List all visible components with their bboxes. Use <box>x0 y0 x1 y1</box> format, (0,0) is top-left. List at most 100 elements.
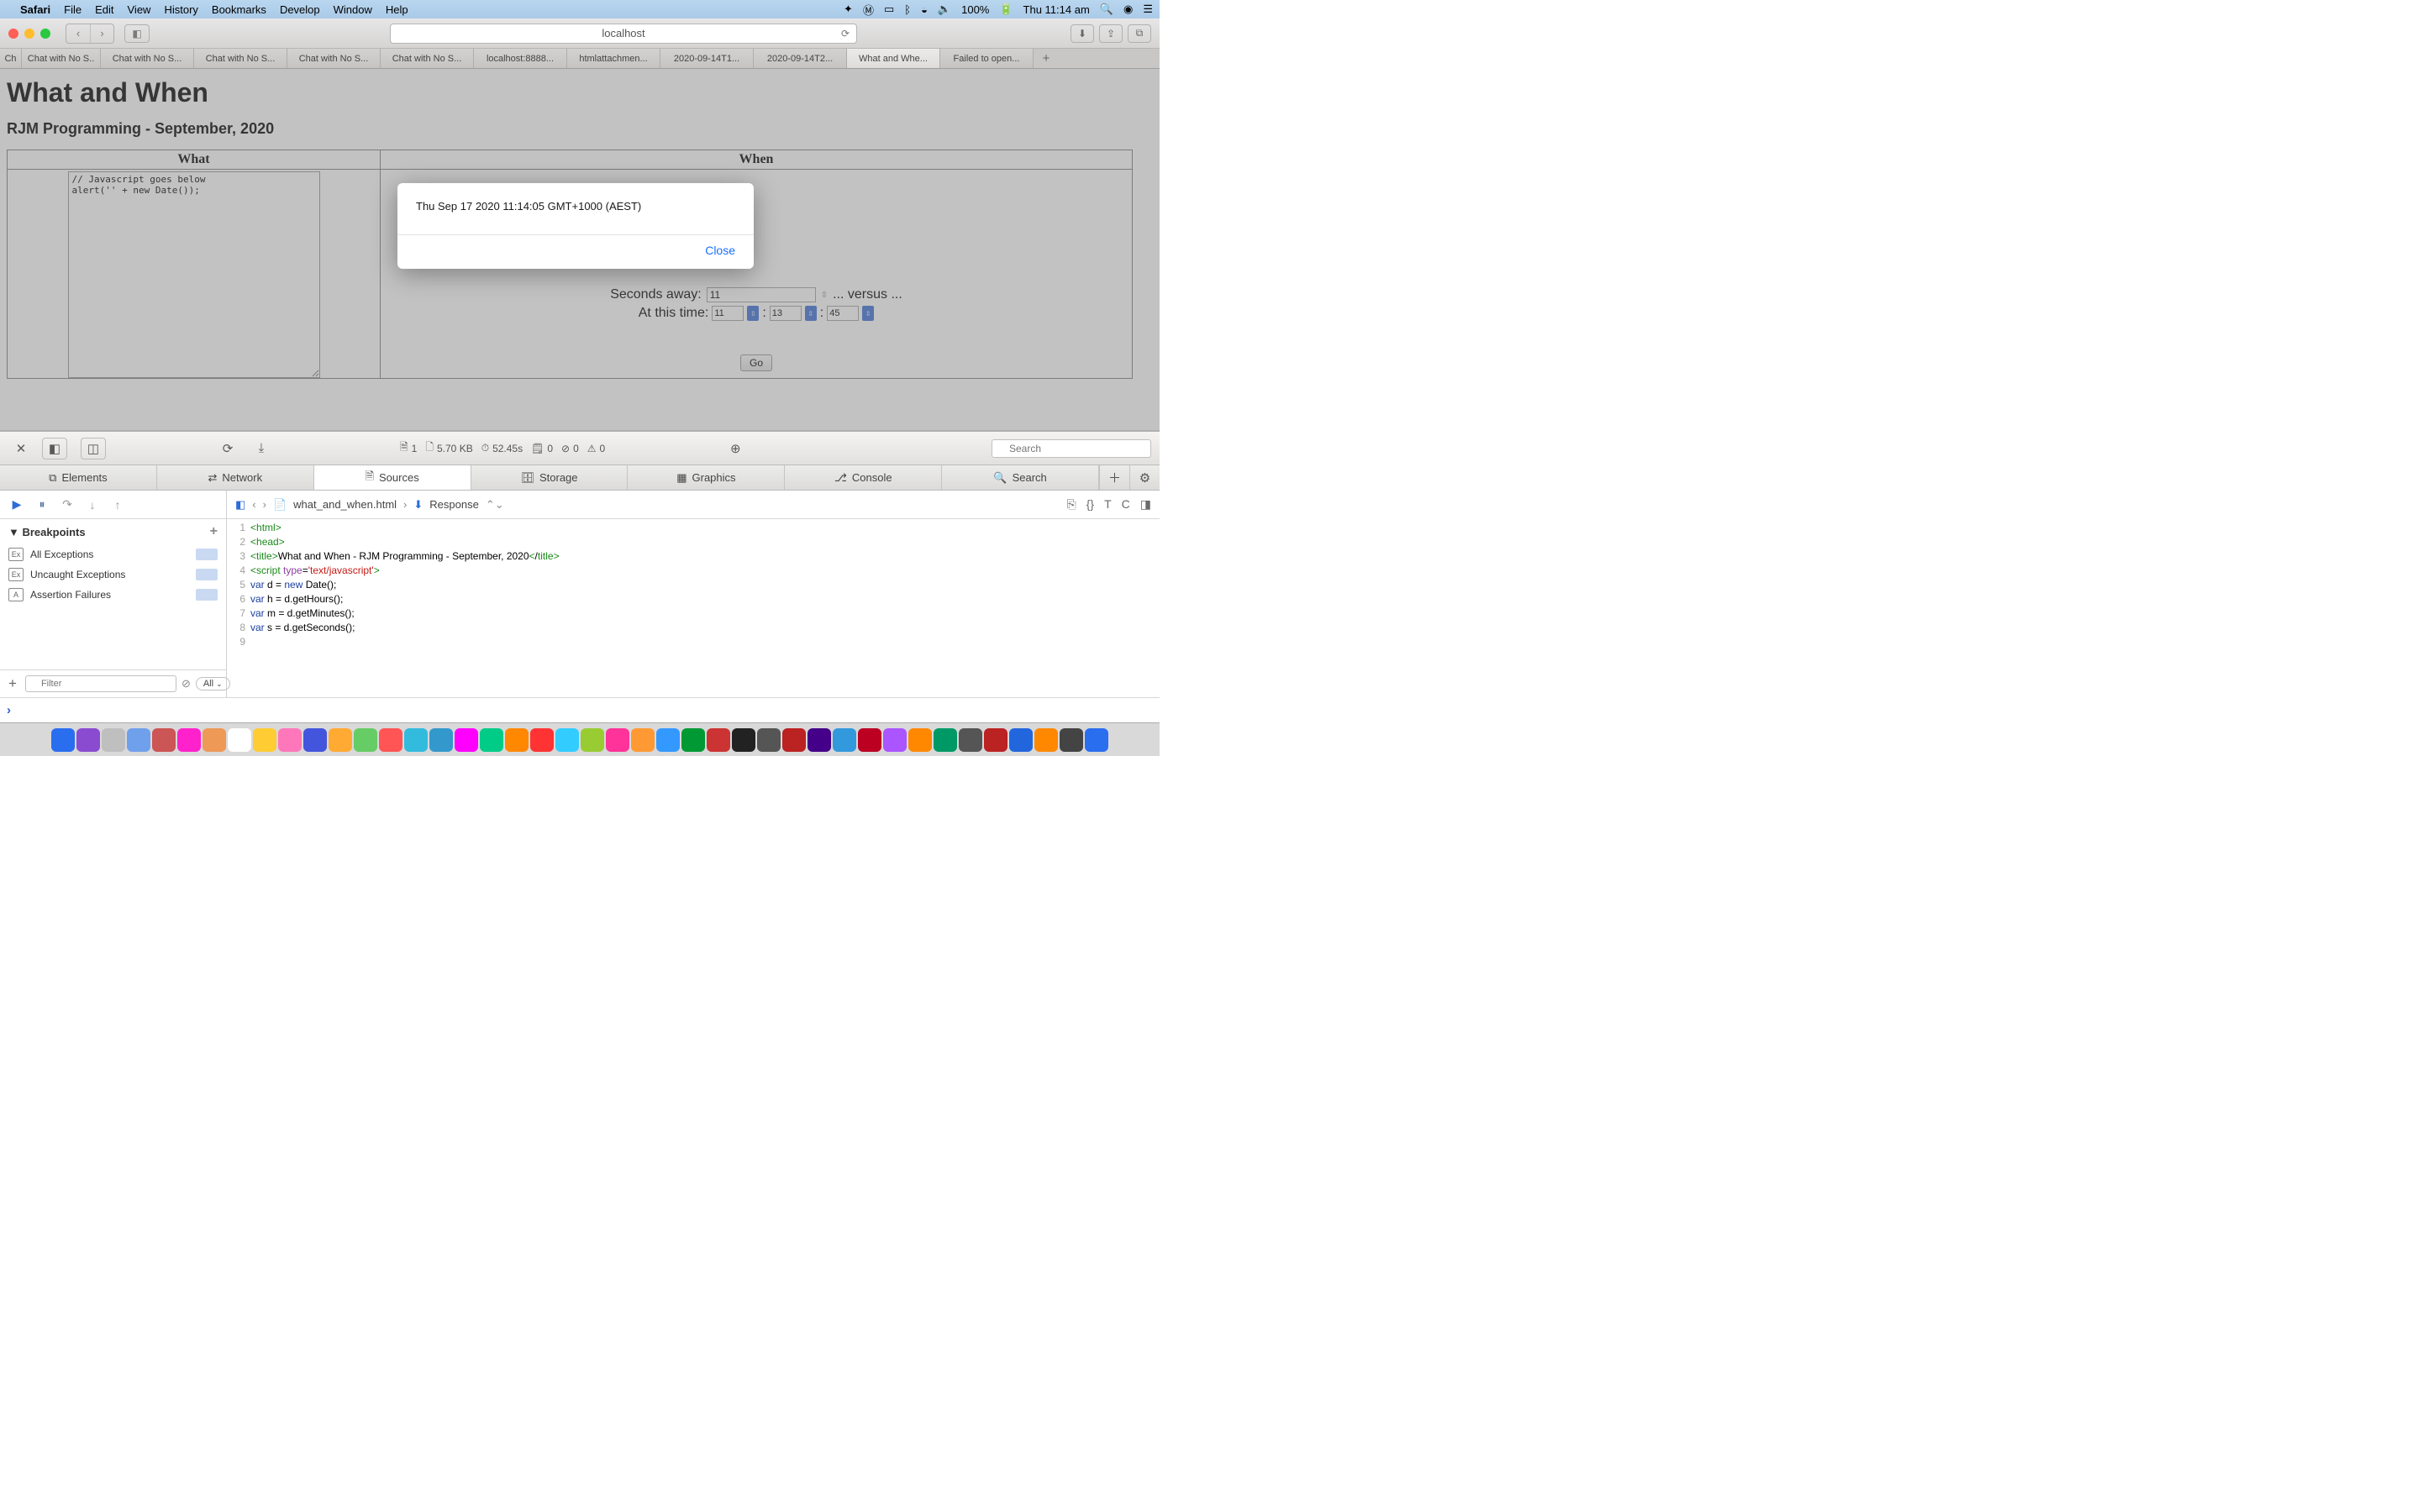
wifi-icon[interactable]: ◒ <box>921 3 928 16</box>
dock-app-icon[interactable] <box>1009 728 1033 752</box>
bp-toggle[interactable] <box>196 589 218 601</box>
dock-app-icon[interactable] <box>253 728 276 752</box>
inspector-tab-elements[interactable]: ⧉Elements <box>0 465 157 490</box>
minimize-window-button[interactable] <box>24 29 34 39</box>
issues-icon[interactable]: ⊘ <box>182 677 191 690</box>
dock-app-icon[interactable] <box>858 728 881 752</box>
inspector-search[interactable] <box>992 439 1151 458</box>
app-menu[interactable]: Safari <box>20 3 50 16</box>
coverage-button[interactable]: C <box>1122 497 1130 512</box>
dock-app-icon[interactable] <box>127 728 150 752</box>
dock-app-icon[interactable] <box>656 728 680 752</box>
dock-app-icon[interactable] <box>404 728 428 752</box>
bluetooth-icon[interactable]: ᛒ <box>904 3 911 16</box>
dock-app-icon[interactable] <box>152 728 176 752</box>
dock-app-icon[interactable] <box>732 728 755 752</box>
dock-app-icon[interactable] <box>329 728 352 752</box>
inspector-tab-storage[interactable]: 🗄Storage <box>471 465 629 490</box>
menu-window[interactable]: Window <box>334 3 372 16</box>
inspector-tab-console[interactable]: ⎇Console <box>785 465 942 490</box>
nav-back-button[interactable]: ‹ <box>252 498 255 511</box>
nav-forward-button[interactable]: › <box>263 498 266 511</box>
siri-icon[interactable]: ◉ <box>1123 3 1133 16</box>
status-icon[interactable]: Ⓜ <box>863 2 874 18</box>
close-window-button[interactable] <box>8 29 18 39</box>
breadcrumb-mode[interactable]: Response <box>429 498 479 511</box>
dock-app-icon[interactable] <box>480 728 503 752</box>
step-over-button[interactable]: ↷ <box>59 497 76 512</box>
dock-app-icon[interactable] <box>1034 728 1058 752</box>
menu-extras-icon[interactable]: ☰ <box>1143 3 1153 16</box>
console-prompt[interactable]: › <box>0 697 1160 722</box>
dock-app-icon[interactable] <box>631 728 655 752</box>
inspector-tab-sources[interactable]: 🗎Sources <box>314 465 471 490</box>
bp-all-exceptions[interactable]: ExAll Exceptions <box>0 544 226 564</box>
pause-button[interactable]: ⏸ <box>34 497 50 512</box>
toggle-navigator-button[interactable]: ◧ <box>235 498 245 512</box>
download-archive-button[interactable]: ⤓ <box>249 438 274 459</box>
type-info-button[interactable]: T <box>1104 497 1112 512</box>
inspector-tab-search[interactable]: 🔍Search <box>942 465 1099 490</box>
element-picker-button[interactable]: ⊕ <box>723 438 748 459</box>
menu-develop[interactable]: Develop <box>280 3 320 16</box>
bp-uncaught-exceptions[interactable]: ExUncaught Exceptions <box>0 564 226 585</box>
clock[interactable]: Thu 11:14 am <box>1023 3 1090 16</box>
dock-app-icon[interactable] <box>555 728 579 752</box>
dock-app-icon[interactable] <box>177 728 201 752</box>
address-bar[interactable]: localhost ⟳ <box>390 24 857 44</box>
browser-tab[interactable]: Chat with No S... <box>287 49 381 68</box>
dock-app-icon[interactable] <box>203 728 226 752</box>
menu-view[interactable]: View <box>128 3 151 16</box>
dock-app-icon[interactable] <box>303 728 327 752</box>
sidebar-toggle-button[interactable]: ◧ <box>124 24 150 43</box>
browser-tab[interactable]: Ch <box>0 49 22 68</box>
dock-app-icon[interactable] <box>782 728 806 752</box>
browser-tab[interactable]: Chat with No S.. <box>22 49 101 68</box>
dock-app-icon[interactable] <box>883 728 907 752</box>
browser-tab[interactable]: 2020-09-14T2... <box>754 49 847 68</box>
browser-tab[interactable]: localhost:8888... <box>474 49 567 68</box>
step-out-button[interactable]: ↑ <box>109 498 126 512</box>
add-breakpoint-button[interactable]: + <box>210 524 218 539</box>
close-inspector-button[interactable]: ✕ <box>8 438 34 459</box>
spotlight-icon[interactable]: 🔍 <box>1100 3 1113 16</box>
dock-app-icon[interactable] <box>354 728 377 752</box>
browser-tab[interactable]: 2020-09-14T1... <box>660 49 754 68</box>
menu-file[interactable]: File <box>64 3 82 16</box>
inspector-settings-button[interactable]: ⚙ <box>1129 465 1160 490</box>
browser-tab[interactable]: htmlattachmen... <box>567 49 660 68</box>
dock-app-icon[interactable] <box>984 728 1007 752</box>
browser-tab[interactable]: Chat with No S... <box>381 49 474 68</box>
dock-app-icon[interactable] <box>808 728 831 752</box>
bp-toggle[interactable] <box>196 549 218 560</box>
browser-tab[interactable]: Failed to open... <box>940 49 1034 68</box>
share-button[interactable]: ⇪ <box>1099 24 1123 43</box>
back-button[interactable]: ‹ <box>66 24 90 43</box>
inspector-tab-graphics[interactable]: ▦Graphics <box>628 465 785 490</box>
dock-app-icon[interactable] <box>455 728 478 752</box>
browser-tab[interactable]: What and Whe... <box>847 49 940 68</box>
dock-app-icon[interactable] <box>707 728 730 752</box>
dock-app-icon[interactable] <box>278 728 302 752</box>
dock-app-icon[interactable] <box>833 728 856 752</box>
dock-app-icon[interactable] <box>757 728 781 752</box>
display-icon[interactable]: ▭ <box>884 3 894 16</box>
inspector-add-tab-button[interactable]: ＋ <box>1099 465 1129 490</box>
downloads-button[interactable]: ⬇ <box>1071 24 1094 43</box>
source-code-view[interactable]: 123456789 <html><head><title>What and Wh… <box>227 519 1160 697</box>
inspector-tab-network[interactable]: ⇄Network <box>157 465 314 490</box>
breakpoints-header[interactable]: ▼ Breakpoints + <box>0 519 226 544</box>
toggle-details-button[interactable]: ◨ <box>1140 497 1151 512</box>
tabs-overview-button[interactable]: ⧉ <box>1128 24 1151 43</box>
dock-app-icon[interactable] <box>505 728 529 752</box>
pretty-print-button[interactable]: {} <box>1086 497 1094 512</box>
menu-edit[interactable]: Edit <box>95 3 113 16</box>
dock-app-icon[interactable] <box>959 728 982 752</box>
dock-app-icon[interactable] <box>934 728 957 752</box>
dock-side-button[interactable]: ◧ <box>42 438 67 459</box>
browser-tab[interactable]: Chat with No S... <box>101 49 194 68</box>
bp-toggle[interactable] <box>196 569 218 580</box>
dock-app-icon[interactable] <box>908 728 932 752</box>
filter-input[interactable] <box>25 675 176 692</box>
breadcrumb-dropdown[interactable]: ⌃⌄ <box>486 498 504 512</box>
